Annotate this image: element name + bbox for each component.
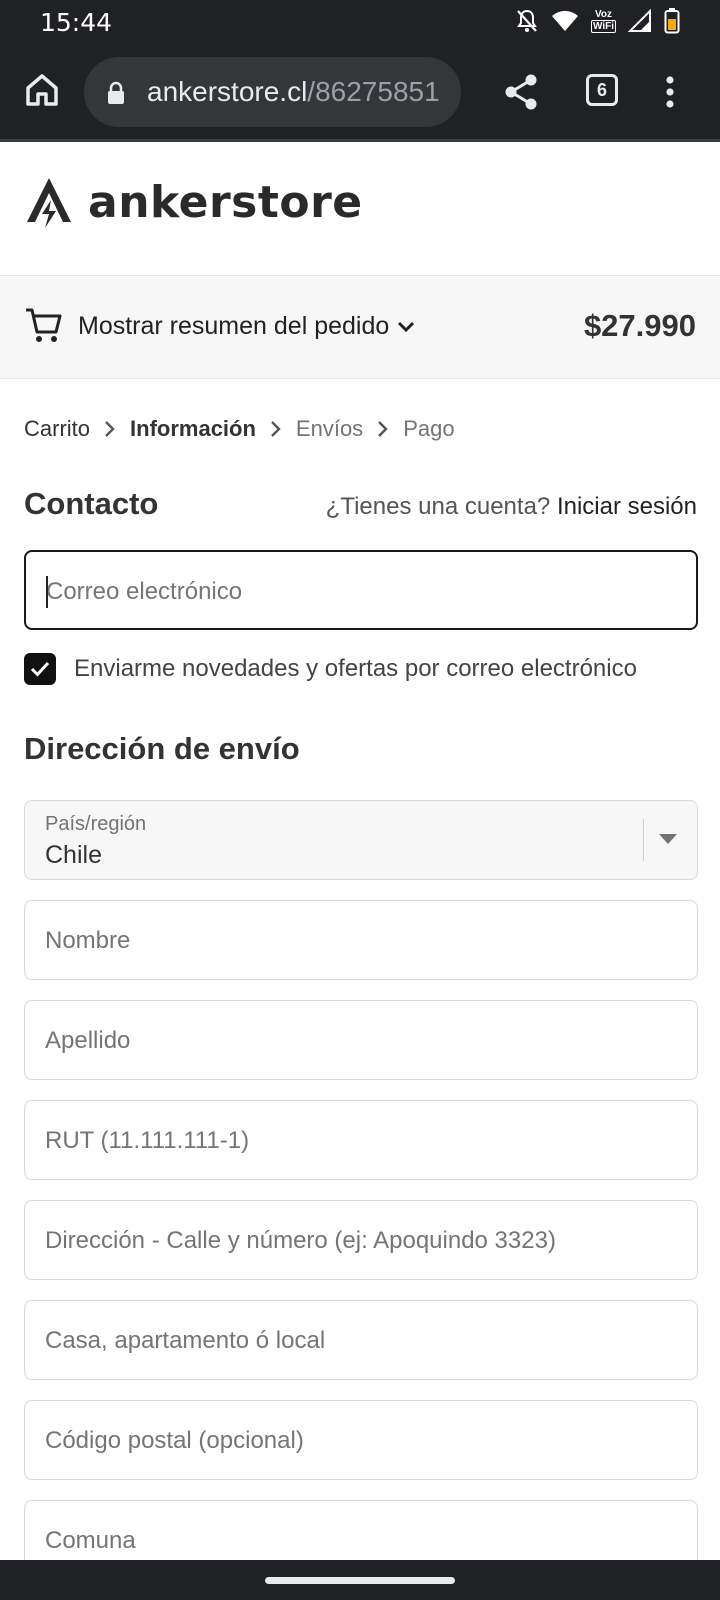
anker-logo-icon [27,178,71,228]
rut-input[interactable] [45,1121,675,1161]
address-input[interactable] [45,1221,675,1261]
newsletter-option[interactable]: Enviarme novedades y ofertas por correo … [24,653,637,685]
status-time: 15:44 [40,8,113,37]
bell-off-icon [515,8,539,34]
postal-code-field[interactable] [24,1400,698,1480]
share-icon [505,74,537,110]
voz-wifi-icon: Voz WiFi [590,9,616,33]
home-icon [26,74,58,106]
lock-icon [108,81,124,104]
home-gesture-handle[interactable] [265,1577,455,1584]
contact-title: Contacto [24,486,159,521]
signal-icon [628,9,652,33]
order-total: $27.990 [583,308,696,343]
breadcrumb-information: Información [130,416,256,441]
battery-icon [664,8,680,34]
breadcrumb-cart[interactable]: Carrito [24,416,90,442]
email-field[interactable] [24,550,698,630]
chevron-right-icon [90,420,130,438]
email-input[interactable] [46,572,676,612]
country-select[interactable]: País/región Chile [24,800,698,880]
more-vert-icon [666,76,674,108]
breadcrumb-shipping: Envíos [295,416,364,441]
commune-input[interactable] [45,1521,675,1561]
rut-field[interactable] [24,1100,698,1180]
store-logo[interactable]: ankerstore [24,176,363,228]
cart-icon [26,308,62,342]
order-summary-bar[interactable]: Mostrar resumen del pedido $27.990 [0,276,720,379]
last-name-input[interactable] [45,1021,675,1061]
breadcrumb-payment: Pago [403,416,455,441]
system-nav-bar [0,1560,720,1600]
voz-label: Voz [594,9,613,20]
last-name-field[interactable] [24,1000,698,1080]
chevron-right-icon [363,420,403,438]
postal-code-input[interactable] [45,1421,675,1461]
browser-toolbar: ankerstore.cl/86275851 6 [0,44,720,142]
more-menu-button[interactable] [658,72,682,112]
url-path: /86275851 [307,76,440,107]
text-caret [46,576,48,608]
country-label: País/región [45,813,147,835]
order-summary-label: Mostrar resumen del pedido [78,312,390,340]
order-summary-toggle[interactable]: Mostrar resumen del pedido [78,312,415,341]
address-field[interactable] [24,1200,698,1280]
address-bar[interactable]: ankerstore.cl/86275851 [84,57,461,127]
login-link[interactable]: Iniciar sesión [557,493,697,520]
url-text: ankerstore.cl/86275851 [147,76,440,108]
tabs-button[interactable]: 6 [586,74,618,106]
store-header: ankerstore [0,142,720,276]
chevron-down-icon [398,321,415,332]
share-button[interactable] [503,72,541,112]
caret-down-icon [659,834,677,844]
shipping-title: Dirección de envío [24,731,300,766]
first-name-field[interactable] [24,900,698,980]
logo-text: ankerstore [88,176,363,228]
first-name-input[interactable] [45,921,675,961]
breadcrumb: Carrito Información Envíos Pago [24,416,455,442]
newsletter-checkbox[interactable] [24,653,56,685]
chevron-right-icon [256,420,296,438]
checkmark-icon [30,661,50,677]
apartment-input[interactable] [45,1321,675,1361]
home-button[interactable] [22,70,62,110]
select-divider [643,819,644,861]
account-prompt-text: ¿Tienes una cuenta? [325,493,551,520]
wifi-icon [551,9,579,33]
apartment-field[interactable] [24,1300,698,1380]
login-prompt: ¿Tienes una cuenta? Iniciar sesión [326,493,697,521]
status-icons: Voz WiFi [515,8,680,34]
wifi-label: WiFi [590,20,616,33]
country-value: Chile [45,841,102,869]
status-bar: 15:44 Voz WiFi [0,0,720,44]
newsletter-label: Enviarme novedades y ofertas por correo … [74,655,637,682]
url-domain: ankerstore.cl [147,76,308,107]
